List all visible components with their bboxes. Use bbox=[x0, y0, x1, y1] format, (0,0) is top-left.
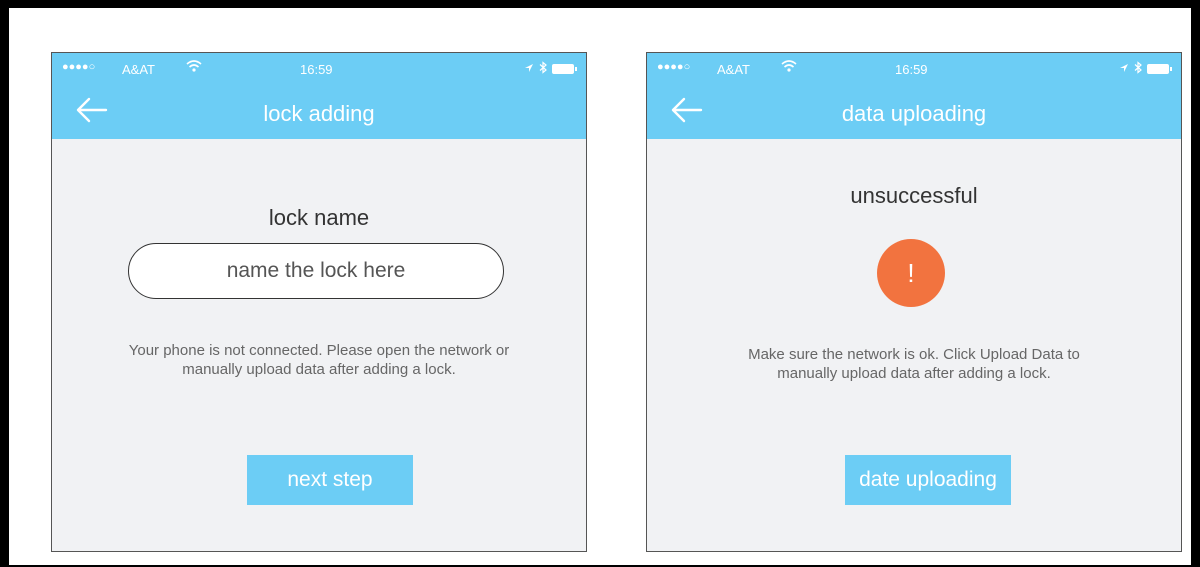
signal-strength: ●●●●○ bbox=[62, 61, 96, 73]
lock-name-input[interactable] bbox=[128, 243, 504, 299]
next-step-button[interactable]: next step bbox=[247, 455, 413, 505]
content-area: lock name Your phone is not connected. P… bbox=[52, 139, 586, 551]
battery-icon bbox=[1147, 64, 1172, 74]
connection-notice: Your phone is not connected. Please open… bbox=[62, 341, 576, 379]
notice-line-1: Your phone is not connected. Please open… bbox=[128, 342, 510, 359]
bluetooth-icon bbox=[539, 61, 547, 77]
location-icon bbox=[1119, 62, 1129, 76]
status-time: 16:59 bbox=[895, 62, 928, 77]
status-bar: ●●●●○ A&AT 16:59 bbox=[647, 53, 1181, 87]
status-right-icons bbox=[1119, 61, 1172, 77]
location-icon bbox=[524, 62, 534, 76]
screenshot-frame: ●●●●○ A&AT 16:59 lock adding lock name n… bbox=[0, 0, 1200, 567]
header-bar: ●●●●○ A&AT 16:59 data uploading bbox=[647, 53, 1181, 139]
header-bar: ●●●●○ A&AT 16:59 lock adding bbox=[52, 53, 586, 139]
network-notice: Make sure the network is ok. Click Uploa… bbox=[657, 345, 1171, 383]
wifi-icon bbox=[781, 59, 797, 76]
exclamation-icon: ! bbox=[877, 239, 945, 307]
upload-data-button[interactable]: date uploading bbox=[845, 455, 1011, 505]
notice-line-1: Make sure the network is ok. Click Uploa… bbox=[748, 346, 1080, 363]
battery-icon bbox=[552, 64, 577, 74]
carrier-name: A&AT bbox=[717, 62, 750, 77]
notice-line-2: manually upload data after adding a lock… bbox=[777, 365, 1051, 382]
notice-line-2: manually upload data after adding a lock… bbox=[182, 361, 456, 378]
signal-strength: ●●●●○ bbox=[657, 61, 691, 73]
result-status: unsuccessful bbox=[850, 183, 978, 208]
page-title: lock adding bbox=[263, 101, 375, 126]
lock-name-label: lock name bbox=[268, 205, 370, 230]
status-time: 16:59 bbox=[300, 62, 333, 77]
content-area: unsuccessful ! Make sure the network is … bbox=[647, 139, 1181, 551]
page-title: data uploading bbox=[841, 101, 987, 126]
wifi-icon bbox=[186, 59, 202, 76]
status-bar: ●●●●○ A&AT 16:59 bbox=[52, 53, 586, 87]
bluetooth-icon bbox=[1134, 61, 1142, 77]
status-right-icons bbox=[524, 61, 577, 77]
lock-adding-screen: ●●●●○ A&AT 16:59 lock adding lock name n… bbox=[51, 52, 587, 552]
carrier-name: A&AT bbox=[122, 62, 155, 77]
data-uploading-screen: ●●●●○ A&AT 16:59 data uploading unsucces… bbox=[646, 52, 1182, 552]
